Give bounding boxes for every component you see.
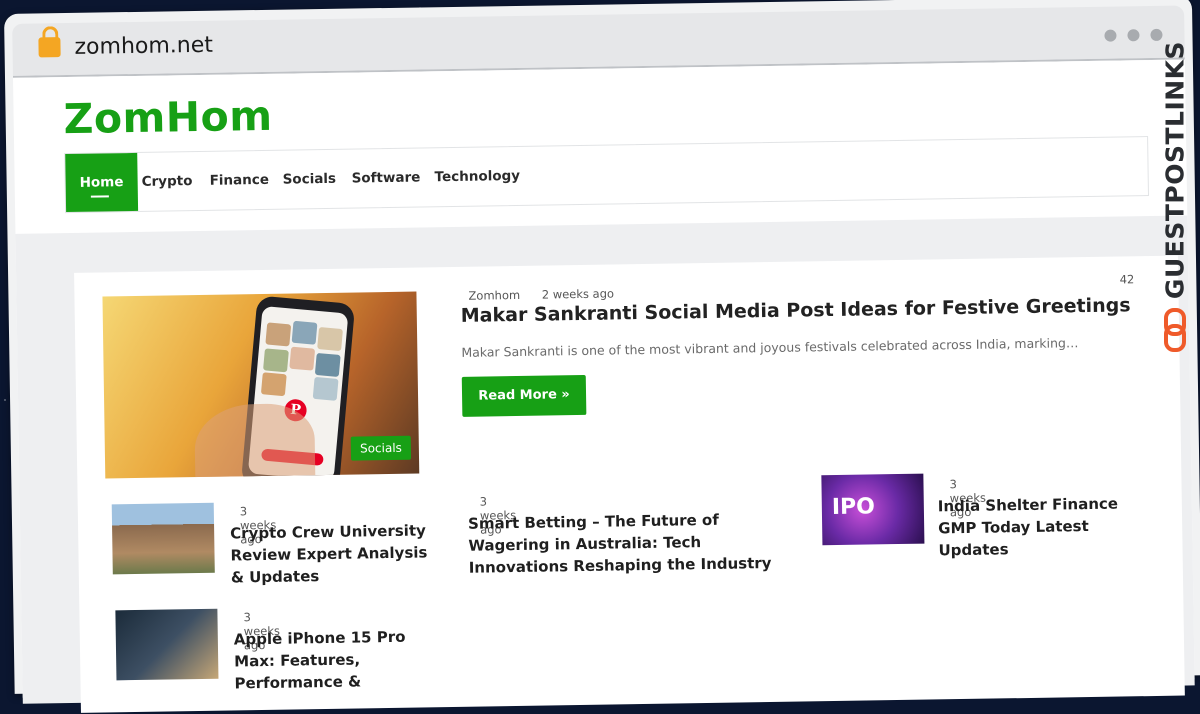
image-tile [291,320,318,345]
image-tile [312,376,339,401]
link-icon [1164,308,1186,352]
hand-shape [194,403,316,479]
nav-item-software[interactable]: Software [351,148,421,207]
post-title[interactable]: Crypto Crew University Review Expert Ana… [230,519,431,588]
read-more-button[interactable]: Read More » [461,374,587,417]
image-tile [263,348,289,373]
site-logo[interactable]: ZomHom [63,92,273,143]
category-badge[interactable]: Socials [350,435,412,461]
window-dot-icon[interactable] [1104,29,1117,42]
post-thumbnail[interactable]: IPO [821,473,925,546]
link-shape [1164,324,1186,352]
post-title[interactable]: Smart Betting – The Future of Wagering i… [468,508,781,579]
image-tile [314,352,341,377]
post-thumbnail[interactable] [111,502,215,575]
image-tile [265,322,292,347]
brand-name: GUESTPOSTLINKS [1160,40,1190,300]
post-author[interactable]: Zomhom [468,288,520,303]
nav-item-finance[interactable]: Finance [209,151,270,210]
lock-icon [38,37,61,58]
comment-count[interactable]: 42 [1120,272,1135,286]
post-title[interactable]: Apple iPhone 15 Pro Max: Features, Perfo… [234,625,435,694]
nav-item-technology[interactable]: Technology [434,147,520,206]
image-tile [317,327,343,352]
brand-logo-vertical: GUESTPOSTLINKS [1150,41,1200,360]
nav-item-socials[interactable]: Socials [282,150,337,209]
browser-window: zomhom.net ZomHom Home Crypto Finance So… [4,0,1200,713]
nav-item-home[interactable]: Home [65,152,138,213]
post-date: 2 weeks ago [541,286,615,302]
image-tile [289,346,316,371]
image-tile [260,372,287,397]
window-dot-icon[interactable] [1127,29,1140,42]
featured-meta: Zomhom 2 weeks ago [468,286,632,303]
url-text[interactable]: zomhom.net [74,33,213,60]
ipo-thumbnail-text: IPO [831,494,876,521]
posts-card: P Socials Zomhom 2 weeks ago 42 Makar Sa… [74,255,1185,713]
post-title[interactable]: India Shelter Finance GMP Today Latest U… [938,492,1139,561]
nav-item-crypto[interactable]: Crypto [141,152,193,211]
web-page: ZomHom Home Crypto Finance Socials Softw… [13,59,1195,713]
window-controls [1093,26,1163,46]
window-dot-icon[interactable] [1150,28,1163,41]
main-navigation: Home Crypto Finance Socials Software Tec… [64,136,1150,214]
featured-image[interactable]: P Socials [102,291,420,479]
featured-excerpt: Makar Sankranti is one of the most vibra… [461,335,1079,360]
